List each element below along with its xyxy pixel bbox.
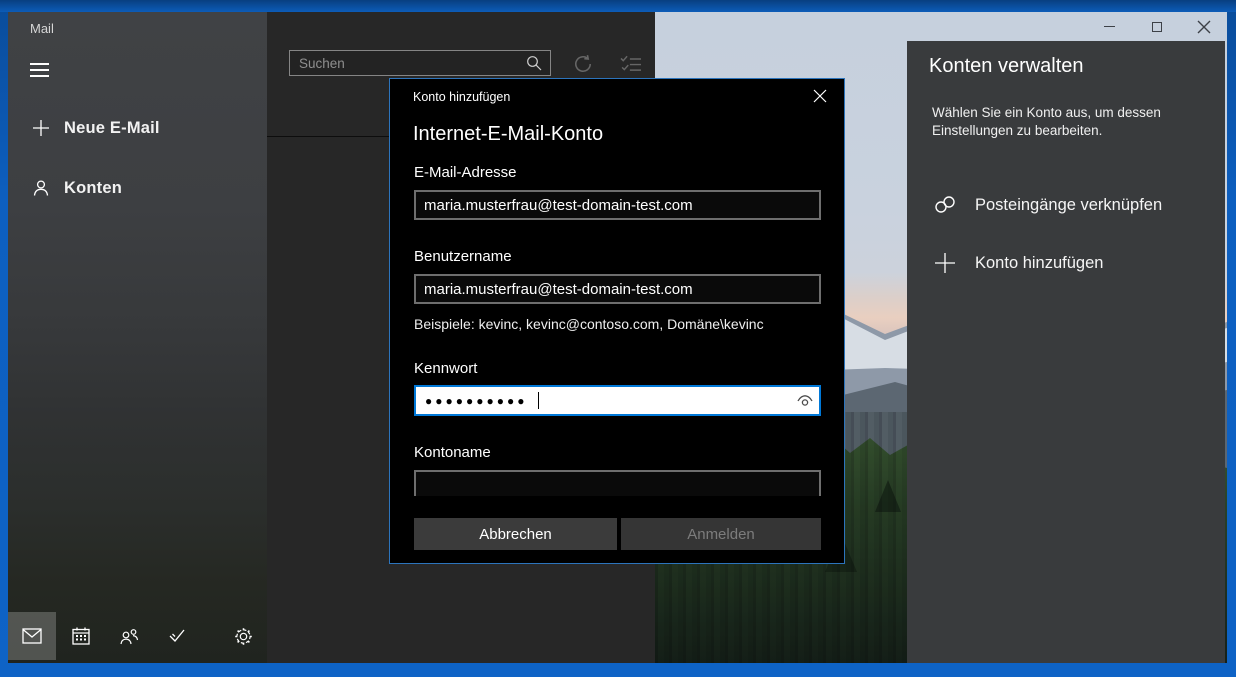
desktop: { "window": { "app": "Mail", "controls":…: [0, 0, 1236, 677]
hamburger-icon: [30, 63, 49, 65]
search-box: [289, 50, 551, 76]
maximize-icon: [1152, 22, 1162, 32]
minimize-button[interactable]: [1086, 12, 1133, 41]
nav-mail-button[interactable]: [8, 612, 56, 660]
minimize-icon: [1104, 26, 1115, 27]
search-input[interactable]: [290, 56, 526, 71]
filter-icon[interactable]: [619, 54, 643, 74]
sidebar-item-accounts[interactable]: Konten: [8, 168, 267, 208]
sidebar-item-label: Neue E-Mail: [64, 119, 160, 138]
email-label: E-Mail-Adresse: [414, 164, 517, 181]
email-field[interactable]: [414, 190, 821, 220]
dialog-title: Konto hinzufügen: [413, 90, 510, 104]
link-inboxes-item[interactable]: Posteingänge verknüpfen: [907, 185, 1225, 225]
search-icon[interactable]: [526, 55, 542, 71]
sidebar-bottom-nav: [8, 612, 267, 660]
panel-description: Wählen Sie ein Konto aus, um dessen Eins…: [932, 104, 1177, 140]
account-name-clip: [414, 470, 821, 496]
mail-icon: [22, 628, 42, 644]
settings-icon: [234, 627, 253, 646]
maximize-button[interactable]: [1133, 12, 1180, 41]
panel-title: Konten verwalten: [929, 55, 1084, 78]
calendar-icon: [72, 627, 90, 645]
sidebar-item-new-email[interactable]: Neue E-Mail: [8, 108, 267, 148]
nav-people-button[interactable]: [105, 612, 153, 660]
add-account-item[interactable]: Konto hinzufügen: [907, 243, 1225, 283]
password-label: Kennwort: [414, 360, 477, 377]
add-account-dialog: Konto hinzufügen Internet-E-Mail-Konto E…: [389, 78, 845, 564]
panel-item-label: Konto hinzufügen: [975, 254, 1103, 273]
manage-accounts-panel: Konten verwalten Wählen Sie ein Konto au…: [907, 41, 1225, 663]
username-field[interactable]: [414, 274, 821, 304]
nav-todo-button[interactable]: [153, 612, 201, 660]
window-frame-top: [0, 0, 1236, 12]
username-label: Benutzername: [414, 248, 512, 265]
submit-button[interactable]: Anmelden: [621, 518, 821, 550]
people-icon: [119, 628, 139, 645]
todo-icon: [168, 628, 186, 644]
eye-icon[interactable]: [796, 392, 814, 410]
app-title: Mail: [30, 21, 54, 36]
cancel-button[interactable]: Abbrechen: [414, 518, 617, 550]
sidebar: Mail Neue E-Mail Konten: [8, 12, 267, 663]
link-icon: [933, 193, 957, 217]
password-field-wrap: [414, 385, 821, 416]
plus-icon: [32, 119, 50, 137]
person-icon: [32, 179, 50, 197]
dialog-close-button[interactable]: [812, 88, 828, 104]
close-button[interactable]: [1180, 12, 1227, 41]
password-field[interactable]: [414, 385, 821, 416]
dialog-heading: Internet-E-Mail-Konto: [413, 123, 603, 146]
nav-settings-button[interactable]: [219, 612, 267, 660]
close-icon: [1197, 20, 1211, 34]
window-controls: [1086, 12, 1227, 41]
mail-app-window: Mail Neue E-Mail Konten: [8, 12, 1227, 663]
account-name-field[interactable]: [414, 470, 821, 496]
username-hint: Beispiele: kevinc, kevinc@contoso.com, D…: [414, 316, 764, 332]
plus-icon: [933, 251, 957, 275]
account-name-label: Kontoname: [414, 444, 491, 461]
sync-icon[interactable]: [571, 54, 595, 74]
hamburger-menu-button[interactable]: [30, 63, 49, 77]
sidebar-item-label: Konten: [64, 179, 122, 198]
panel-item-label: Posteingänge verknüpfen: [975, 196, 1162, 215]
nav-calendar-button[interactable]: [57, 612, 105, 660]
text-caret: [538, 392, 539, 409]
